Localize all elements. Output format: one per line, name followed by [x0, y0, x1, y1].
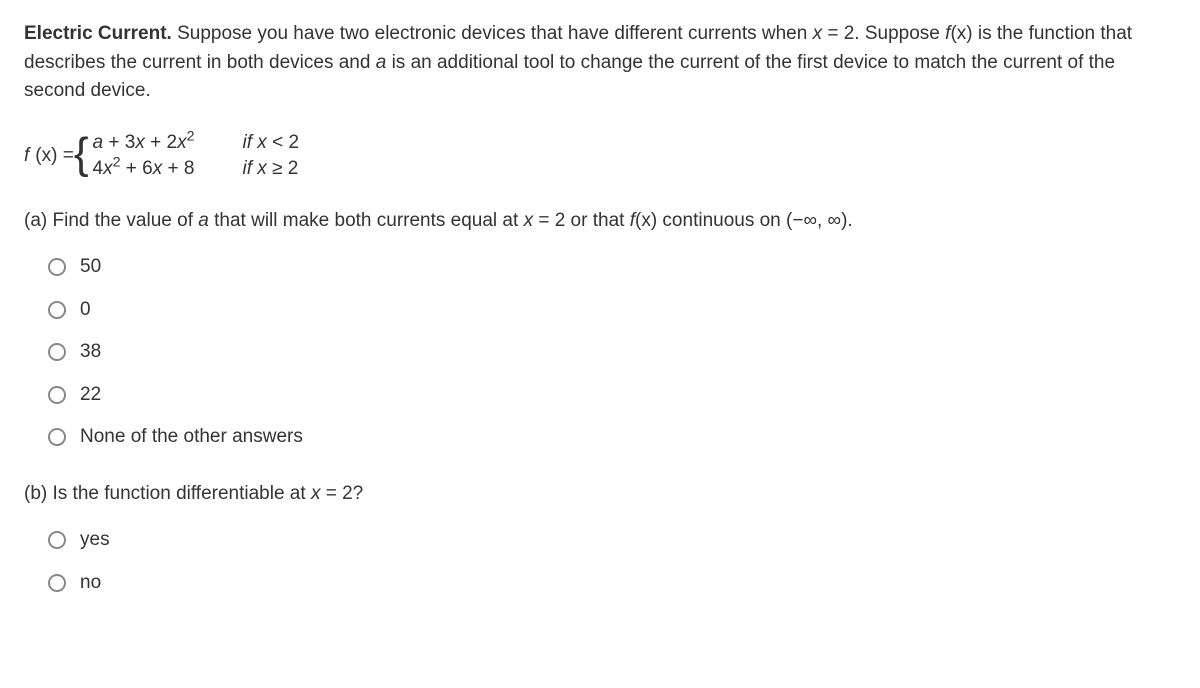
option-a-1[interactable]: 0: [48, 296, 1176, 325]
radio-icon[interactable]: [48, 428, 66, 446]
option-a-4[interactable]: None of the other answers: [48, 423, 1176, 452]
radio-icon[interactable]: [48, 531, 66, 549]
question-b: (b) Is the function differentiable at x …: [24, 480, 1176, 509]
options-b: yes no: [48, 526, 1176, 597]
radio-icon[interactable]: [48, 574, 66, 592]
left-brace: {: [74, 134, 89, 174]
piece-2: 4x2 + 6x + 8 if x ≥ 2: [93, 156, 300, 183]
option-a-3[interactable]: 22: [48, 381, 1176, 410]
problem-intro: Electric Current. Suppose you have two e…: [24, 20, 1176, 106]
piecewise-function: f(x) = { a + 3x + 2x2 if x < 2 4x2 + 6x …: [24, 130, 1176, 183]
piece-1: a + 3x + 2x2 if x < 2: [93, 130, 300, 157]
options-a: 50 0 38 22 None of the other answers: [48, 253, 1176, 452]
radio-icon[interactable]: [48, 343, 66, 361]
radio-icon[interactable]: [48, 301, 66, 319]
option-a-0[interactable]: 50: [48, 253, 1176, 282]
option-a-2[interactable]: 38: [48, 338, 1176, 367]
radio-icon[interactable]: [48, 258, 66, 276]
option-b-yes[interactable]: yes: [48, 526, 1176, 555]
option-b-no[interactable]: no: [48, 569, 1176, 598]
problem-title: Electric Current.: [24, 23, 172, 44]
question-a: (a) Find the value of a that will make b…: [24, 207, 1176, 236]
radio-icon[interactable]: [48, 386, 66, 404]
